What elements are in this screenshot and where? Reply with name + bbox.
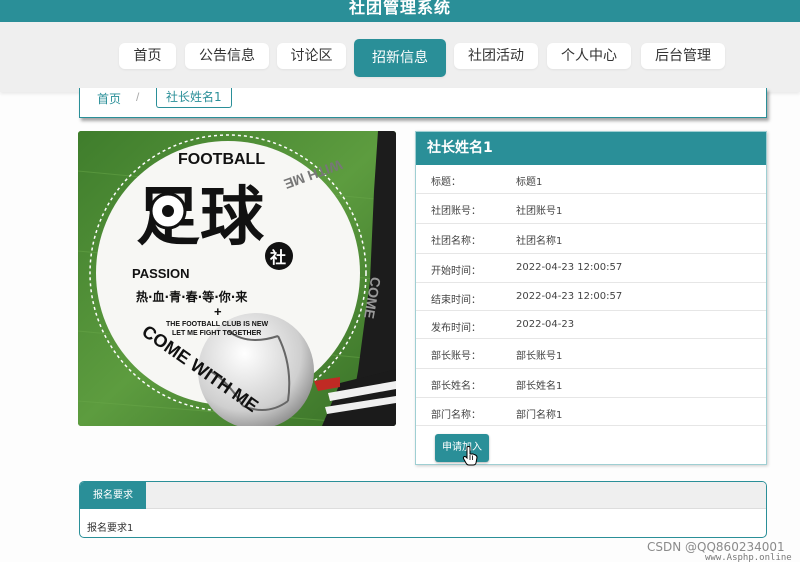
main-nav: 首页 公告信息 讨论区 招新信息 社团活动 个人中心 后台管理 (0, 22, 800, 92)
nav-item-club-activities[interactable]: 社团活动 (454, 43, 538, 69)
field-label: 发布时间： (431, 323, 481, 334)
nav-item-home[interactable]: 首页 (119, 43, 176, 69)
field-value: 2022-04-23 12:00:57 (516, 262, 623, 273)
nav-item-announcements[interactable]: 公告信息 (185, 43, 269, 69)
requirements-panel: 报名要求 报名要求1 (79, 481, 767, 538)
field-label: 标题： (431, 177, 461, 188)
poster-plus: + (214, 304, 222, 319)
field-value: 2022-04-23 (516, 319, 575, 330)
poster-club-line2: LET ME FIGHT TOGETHER (172, 330, 261, 337)
poster-badge: 社 (269, 248, 286, 267)
field-label: 部门名称： (431, 410, 481, 421)
field-value: 部门名称1 (516, 410, 563, 421)
detail-row-club-account: 社团账号： 社团账号1 (416, 194, 766, 224)
requirements-tabbar (80, 482, 766, 509)
nav-item-admin[interactable]: 后台管理 (641, 43, 725, 69)
detail-row-publish-time: 发布时间： 2022-04-23 (416, 311, 766, 339)
football-poster-graphic: FOOTBALL 足球 社 PASSION 热·血·青·春·等·你·来 + TH… (78, 131, 396, 426)
breadcrumb-current: 社长姓名1 (156, 88, 232, 108)
tab-requirements[interactable]: 报名要求 (80, 482, 146, 509)
poster-slogan: 热·血·青·春·等·你·来 (136, 289, 248, 304)
nav-item-recruitment[interactable]: 招新信息 (354, 39, 446, 77)
app-title: 社团管理系统 (348, 0, 451, 17)
requirements-content: 报名要求1 (87, 523, 134, 534)
field-value: 部长账号1 (516, 351, 563, 362)
field-label: 社团账号： (431, 206, 481, 217)
detail-row-end-time: 结束时间： 2022-04-23 12:00:57 (416, 283, 766, 311)
poster-title-en: FOOTBALL (178, 151, 265, 168)
field-label: 社团名称： (431, 236, 481, 247)
field-value: 社团账号1 (516, 206, 563, 217)
poster-passion: PASSION (132, 266, 190, 281)
watermark-site: www.Asphp.online (705, 553, 792, 562)
breadcrumb: 首页 / 社长姓名1 (79, 88, 767, 118)
field-value: 部长姓名1 (516, 381, 563, 392)
breadcrumb-separator: / (136, 90, 140, 104)
field-label: 结束时间： (431, 295, 481, 306)
detail-row-minister-account: 部长账号： 部长账号1 (416, 339, 766, 369)
recruitment-poster-image: FOOTBALL 足球 社 PASSION 热·血·青·春·等·你·来 + TH… (78, 131, 396, 426)
field-value: 2022-04-23 12:00:57 (516, 291, 623, 302)
breadcrumb-home-link[interactable]: 首页 (97, 90, 121, 107)
hand-cursor-icon (462, 446, 478, 466)
detail-row-start-time: 开始时间： 2022-04-23 12:00:57 (416, 254, 766, 283)
field-label: 开始时间： (431, 266, 481, 277)
detail-row-minister-name: 部长姓名： 部长姓名1 (416, 369, 766, 398)
detail-panel: 社长姓名1 标题： 标题1 社团账号： 社团账号1 社团名称： 社团名称1 开始… (415, 131, 767, 465)
detail-row-department-name: 部门名称： 部门名称1 (416, 398, 766, 426)
field-value: 社团名称1 (516, 236, 563, 247)
nav-item-personal-center[interactable]: 个人中心 (547, 43, 631, 69)
field-label: 部长姓名： (431, 381, 481, 392)
detail-row-title: 标题： 标题1 (416, 165, 766, 194)
detail-heading: 社长姓名1 (416, 132, 766, 165)
field-value: 标题1 (516, 177, 543, 188)
watermark-text: CSDN @QQ860234001 (647, 540, 785, 554)
detail-row-club-name: 社团名称： 社团名称1 (416, 224, 766, 254)
field-label: 部长账号： (431, 351, 481, 362)
nav-item-forum[interactable]: 讨论区 (277, 43, 346, 69)
poster-club-line1: THE FOOTBALL CLUB IS NEW (166, 321, 269, 328)
